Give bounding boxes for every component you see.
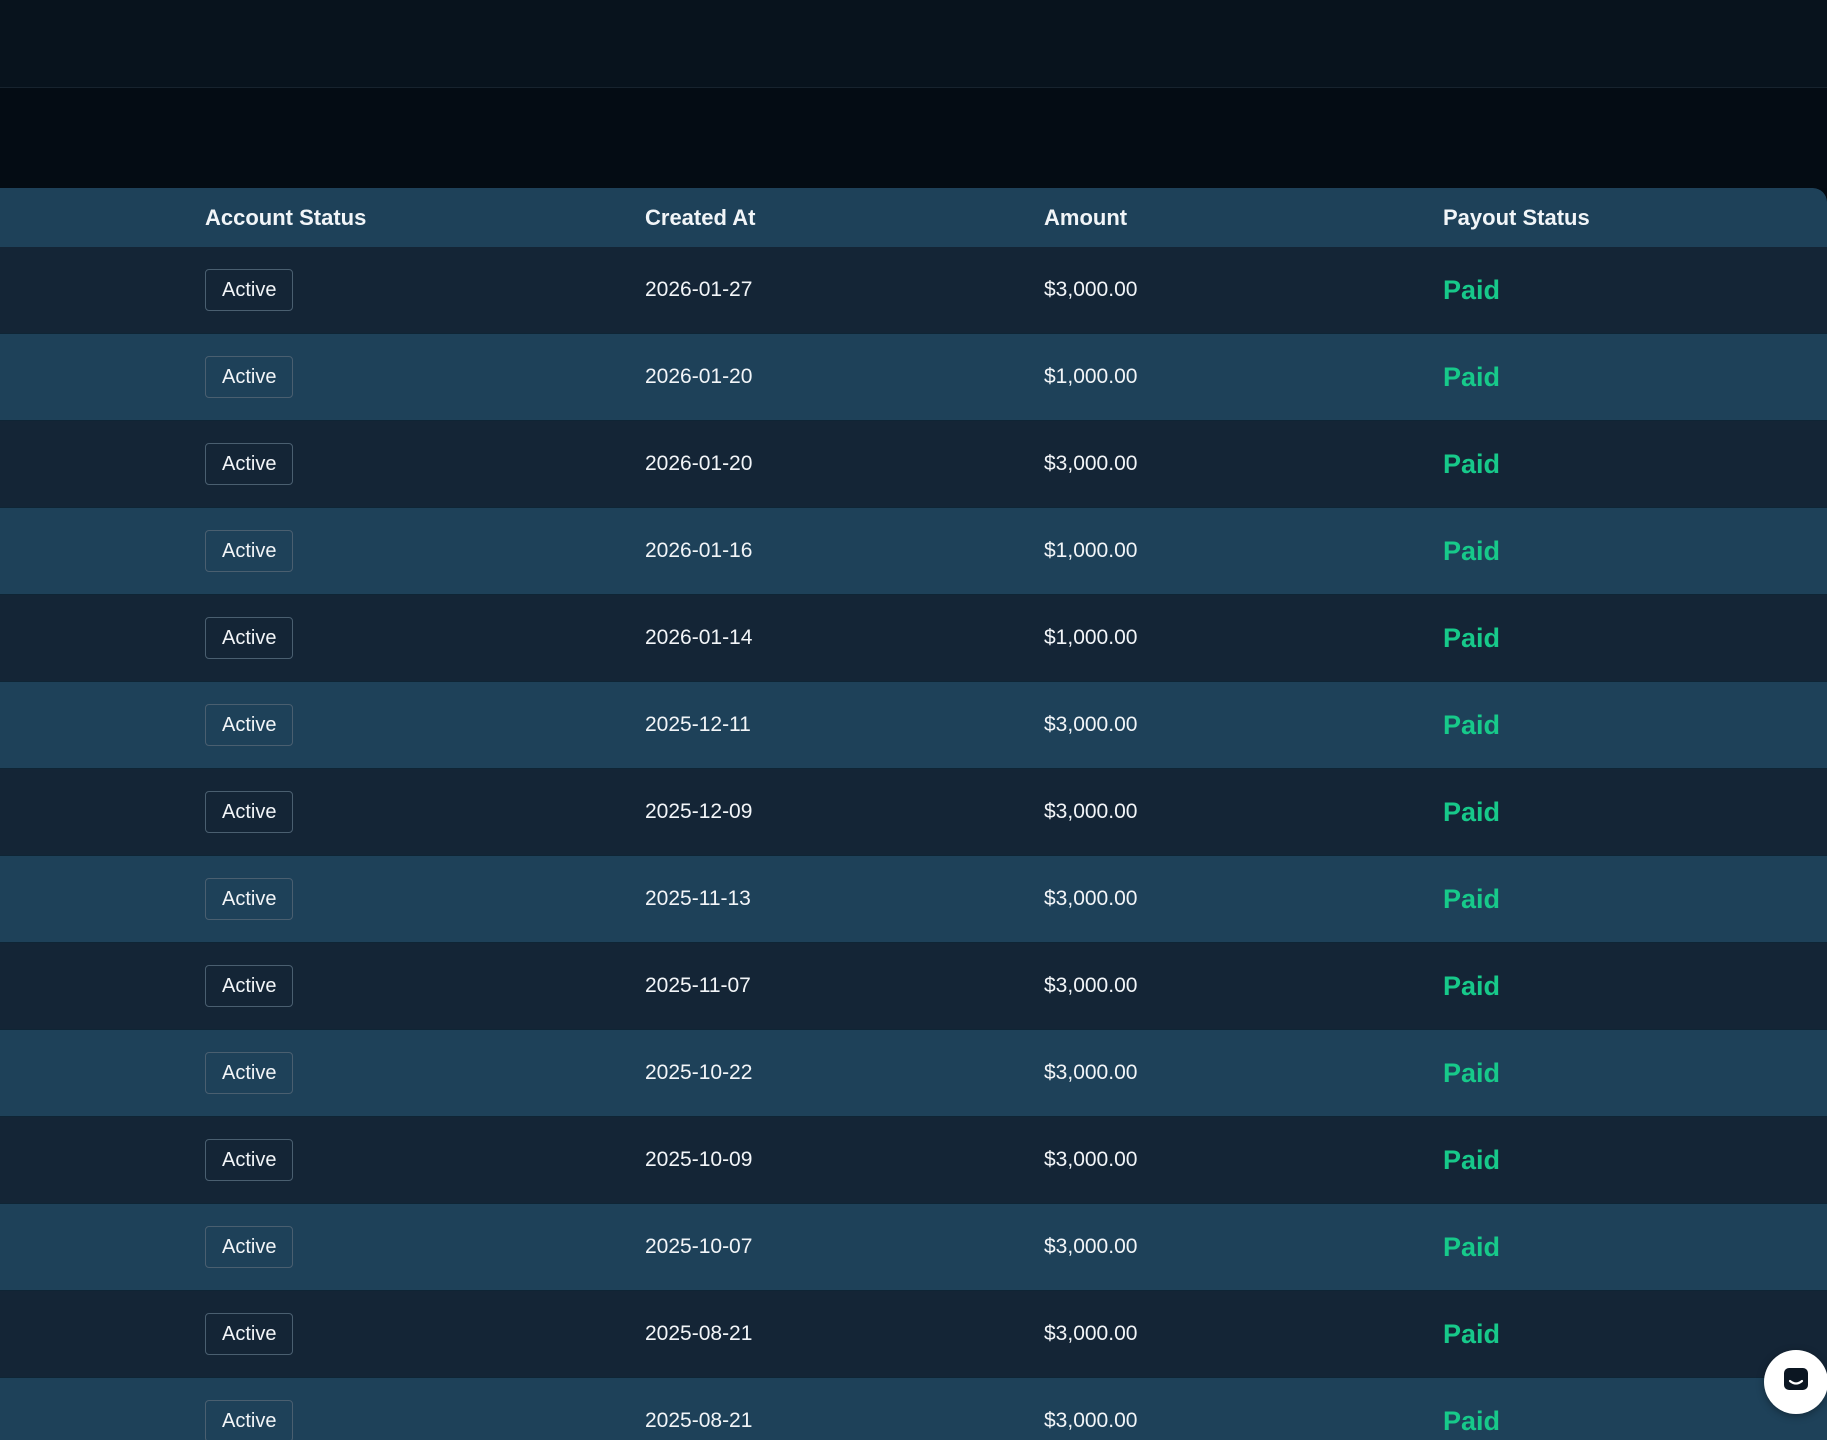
chat-icon <box>1781 1365 1811 1400</box>
amount-cell: $3,000.00 <box>1044 974 1138 997</box>
status-badge: Active <box>205 443 294 485</box>
account-status-cell: Active <box>205 421 294 507</box>
payout-status-cell: Paid <box>1443 883 1501 914</box>
created-at-cell: 2026-01-20 <box>645 365 753 388</box>
created-at-cell: 2025-10-22 <box>645 1061 753 1084</box>
account-status-cell: Active <box>205 1378 294 1440</box>
created-at-cell: 2025-11-07 <box>645 974 751 997</box>
amount-cell: $3,000.00 <box>1044 278 1138 301</box>
status-badge: Active <box>205 1313 294 1355</box>
chat-launcher-button[interactable] <box>1764 1350 1827 1414</box>
account-status-cell: Active <box>205 1030 294 1116</box>
amount-cell: $3,000.00 <box>1044 1061 1138 1084</box>
created-at-cell: 2026-01-16 <box>645 539 753 562</box>
status-badge: Active <box>205 1400 294 1440</box>
top-bar <box>0 0 1827 88</box>
payout-status-cell: Paid <box>1443 970 1501 1001</box>
table-row[interactable]: Active 2025-08-21 $3,000.00 Paid <box>0 1291 1827 1378</box>
table-row[interactable]: Active 2026-01-16 $1,000.00 Paid <box>0 508 1827 595</box>
payout-status-cell: Paid <box>1443 535 1501 566</box>
header-created-at[interactable]: Created At <box>645 188 755 247</box>
account-status-cell: Active <box>205 943 294 1029</box>
account-status-cell: Active <box>205 508 294 594</box>
table-row[interactable]: Active 2025-11-07 $3,000.00 Paid <box>0 943 1827 1030</box>
amount-cell: $1,000.00 <box>1044 626 1138 649</box>
payout-status-cell: Paid <box>1443 1231 1501 1262</box>
status-badge: Active <box>205 269 294 311</box>
table-row[interactable]: Active 2025-10-22 $3,000.00 Paid <box>0 1030 1827 1117</box>
created-at-cell: 2025-08-21 <box>645 1322 753 1345</box>
amount-cell: $1,000.00 <box>1044 539 1138 562</box>
account-status-cell: Active <box>205 595 294 681</box>
payout-status-cell: Paid <box>1443 1057 1501 1088</box>
status-badge: Active <box>205 530 294 572</box>
table-row[interactable]: Active 2026-01-14 $1,000.00 Paid <box>0 595 1827 682</box>
amount-cell: $3,000.00 <box>1044 713 1138 736</box>
status-badge: Active <box>205 617 294 659</box>
amount-cell: $3,000.00 <box>1044 1322 1138 1345</box>
amount-cell: $3,000.00 <box>1044 1148 1138 1171</box>
payout-status-cell: Paid <box>1443 361 1501 392</box>
status-badge: Active <box>205 1139 294 1181</box>
table-row[interactable]: Active 2026-01-20 $1,000.00 Paid <box>0 334 1827 421</box>
created-at-cell: 2026-01-27 <box>645 278 753 301</box>
payout-status-cell: Paid <box>1443 709 1501 740</box>
payout-status-cell: Paid <box>1443 1144 1501 1175</box>
status-badge: Active <box>205 356 294 398</box>
table-row[interactable]: Active 2026-01-27 $3,000.00 Paid <box>0 247 1827 334</box>
payout-status-cell: Paid <box>1443 1318 1501 1349</box>
amount-cell: $3,000.00 <box>1044 452 1138 475</box>
account-status-cell: Active <box>205 769 294 855</box>
created-at-cell: 2026-01-14 <box>645 626 753 649</box>
status-badge: Active <box>205 791 294 833</box>
table-row[interactable]: Active 2025-10-07 $3,000.00 Paid <box>0 1204 1827 1291</box>
payout-status-cell: Paid <box>1443 448 1501 479</box>
amount-cell: $3,000.00 <box>1044 800 1138 823</box>
amount-cell: $1,000.00 <box>1044 365 1138 388</box>
amount-cell: $3,000.00 <box>1044 1235 1138 1258</box>
header-payout-status[interactable]: Payout Status <box>1443 188 1590 247</box>
created-at-cell: 2025-11-13 <box>645 887 751 910</box>
status-badge: Active <box>205 878 294 920</box>
account-status-cell: Active <box>205 856 294 942</box>
status-badge: Active <box>205 965 294 1007</box>
payout-status-cell: Paid <box>1443 1405 1501 1436</box>
table-body: Active 2026-01-27 $3,000.00 Paid Active … <box>0 247 1827 1440</box>
table-row[interactable]: Active 2025-10-09 $3,000.00 Paid <box>0 1117 1827 1204</box>
table-row[interactable]: Active 2025-11-13 $3,000.00 Paid <box>0 856 1827 943</box>
account-status-cell: Active <box>205 682 294 768</box>
created-at-cell: 2025-12-09 <box>645 800 753 823</box>
table-header: Account Status Created At Amount Payout … <box>0 188 1827 247</box>
account-status-cell: Active <box>205 1204 294 1290</box>
table-row[interactable]: Active 2025-08-21 $3,000.00 Paid <box>0 1378 1827 1440</box>
amount-cell: $3,000.00 <box>1044 887 1138 910</box>
payout-status-cell: Paid <box>1443 622 1501 653</box>
created-at-cell: 2025-10-09 <box>645 1148 753 1171</box>
payouts-table: Account Status Created At Amount Payout … <box>0 188 1827 1440</box>
created-at-cell: 2025-10-07 <box>645 1235 753 1258</box>
account-status-cell: Active <box>205 1291 294 1377</box>
payout-status-cell: Paid <box>1443 274 1501 305</box>
created-at-cell: 2025-08-21 <box>645 1409 753 1432</box>
header-amount[interactable]: Amount <box>1044 188 1127 247</box>
payout-status-cell: Paid <box>1443 796 1501 827</box>
table-row[interactable]: Active 2025-12-11 $3,000.00 Paid <box>0 682 1827 769</box>
created-at-cell: 2026-01-20 <box>645 452 753 475</box>
status-badge: Active <box>205 1052 294 1094</box>
account-status-cell: Active <box>205 1117 294 1203</box>
header-account-status[interactable]: Account Status <box>205 188 366 247</box>
amount-cell: $3,000.00 <box>1044 1409 1138 1432</box>
status-badge: Active <box>205 1226 294 1268</box>
created-at-cell: 2025-12-11 <box>645 713 751 736</box>
table-row[interactable]: Active 2026-01-20 $3,000.00 Paid <box>0 421 1827 508</box>
account-status-cell: Active <box>205 334 294 420</box>
status-badge: Active <box>205 704 294 746</box>
account-status-cell: Active <box>205 247 294 333</box>
table-row[interactable]: Active 2025-12-09 $3,000.00 Paid <box>0 769 1827 856</box>
page-spacer <box>0 88 1827 188</box>
